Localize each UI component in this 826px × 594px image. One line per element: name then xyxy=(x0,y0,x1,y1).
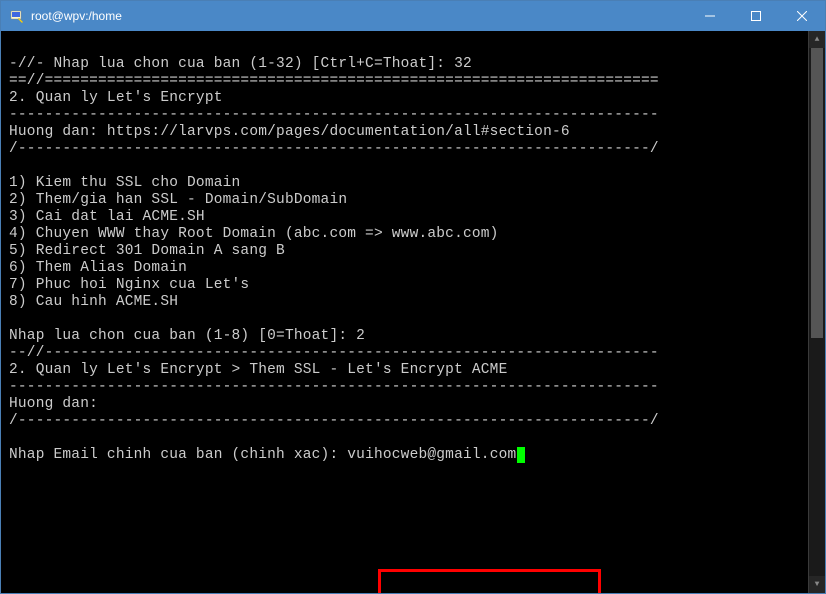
user-input: vuihocweb@gmail.com xyxy=(347,447,516,463)
terminal-line: --//------------------------------------… xyxy=(9,345,659,361)
terminal-line: 7) Phuc hoi Nginx cua Let's xyxy=(9,277,249,293)
scroll-down-arrow[interactable]: ▼ xyxy=(809,576,825,593)
terminal-line: Huong dan: https://larvps.com/pages/docu… xyxy=(9,124,570,140)
terminal-line: 6) Them Alias Domain xyxy=(9,260,187,276)
terminal-line: 4) Chuyen WWW thay Root Domain (abc.com … xyxy=(9,226,499,242)
terminal-line: Huong dan: xyxy=(9,396,98,412)
terminal-line: /---------------------------------------… xyxy=(9,413,659,429)
maximize-button[interactable] xyxy=(733,1,779,31)
scrollbar[interactable]: ▲ ▼ xyxy=(808,31,825,593)
scroll-track[interactable] xyxy=(809,48,825,576)
putty-icon xyxy=(9,8,25,24)
terminal-line: 2. Quan ly Let's Encrypt xyxy=(9,90,223,106)
window-title: root@wpv:/home xyxy=(31,9,687,23)
terminal-line: 1) Kiem thu SSL cho Domain xyxy=(9,175,240,191)
scroll-up-arrow[interactable]: ▲ xyxy=(809,31,825,48)
terminal-line: Nhap lua chon cua ban (1-8) [0=Thoat]: 2 xyxy=(9,328,365,344)
putty-window: root@wpv:/home -//- Nhap lua chon cua ba… xyxy=(0,0,826,594)
terminal-line: 2. Quan ly Let's Encrypt > Them SSL - Le… xyxy=(9,362,507,378)
terminal-container: -//- Nhap lua chon cua ban (1-32) [Ctrl+… xyxy=(1,31,825,593)
terminal-line: ==//====================================… xyxy=(9,73,659,89)
scroll-thumb[interactable] xyxy=(811,48,823,338)
terminal-line: /---------------------------------------… xyxy=(9,141,659,157)
titlebar[interactable]: root@wpv:/home xyxy=(1,1,825,31)
terminal-line: 5) Redirect 301 Domain A sang B xyxy=(9,243,285,259)
window-controls xyxy=(687,1,825,31)
terminal-output[interactable]: -//- Nhap lua chon cua ban (1-32) [Ctrl+… xyxy=(1,31,808,593)
close-button[interactable] xyxy=(779,1,825,31)
terminal-line: 3) Cai dat lai ACME.SH xyxy=(9,209,205,225)
terminal-line: 8) Cau hinh ACME.SH xyxy=(9,294,178,310)
minimize-button[interactable] xyxy=(687,1,733,31)
prompt-text: Nhap Email chinh cua ban (chinh xac): xyxy=(9,447,347,463)
terminal-line: ----------------------------------------… xyxy=(9,107,659,123)
terminal-line: ----------------------------------------… xyxy=(9,379,659,395)
terminal-line: 2) Them/gia han SSL - Domain/SubDomain xyxy=(9,192,347,208)
cursor xyxy=(517,447,525,463)
terminal-line: -//- Nhap lua chon cua ban (1-32) [Ctrl+… xyxy=(9,56,472,72)
